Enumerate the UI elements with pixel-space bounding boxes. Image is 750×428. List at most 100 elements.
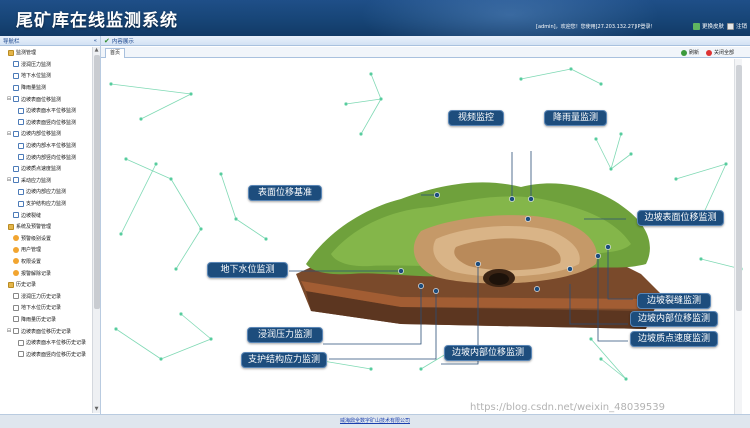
refresh-button[interactable]: 刷新: [681, 49, 699, 56]
sidebar-item-label: 权限设置: [21, 258, 42, 265]
sidebar-item[interactable]: ⊟ 采动应力监测: [0, 175, 92, 187]
file-icon: [13, 293, 19, 300]
sidebar-item[interactable]: 边坡质点速度监测: [0, 163, 92, 175]
check-icon: ✔: [104, 36, 110, 45]
sidebar-item-label: 浸润压力历史记录: [21, 293, 62, 300]
sidebar-item[interactable]: 地下水位监测: [0, 70, 92, 82]
logout-button[interactable]: 注销: [727, 22, 747, 30]
sidebar-title: 导航栏: [3, 38, 20, 45]
label-seepage-pressure[interactable]: 浸润压力监测: [247, 327, 323, 343]
sidebar-item-label: 支护结构应力监测: [26, 201, 67, 208]
star-icon: [13, 246, 19, 253]
change-skin-button[interactable]: 更换皮肤: [693, 22, 724, 30]
sidebar-item[interactable]: 地下水位历史记录: [0, 302, 92, 314]
sidebar-item-label: 边坡内部应力监测: [26, 189, 67, 196]
sidebar-item-label: 边坡表面位移历史记录: [21, 328, 72, 335]
tree-toggle-icon[interactable]: ⊟: [6, 328, 12, 334]
sidebar-item[interactable]: 边坡表面水平位移历史记录: [0, 337, 92, 349]
sidebar-item-label: 地下水位监测: [21, 73, 52, 80]
sidebar-item[interactable]: 边坡裂缝: [0, 209, 92, 221]
sidebar-item[interactable]: 边坡内部竖向位移监测: [0, 151, 92, 163]
chart-icon: [18, 142, 24, 149]
chart-icon: [18, 200, 24, 207]
scroll-down-icon[interactable]: ▼: [93, 406, 100, 413]
scroll-up-icon[interactable]: ▲: [93, 47, 100, 54]
label-groundwater[interactable]: 地下水位监测: [207, 262, 288, 278]
sidebar-item-label: 边坡内部水平位移监测: [26, 143, 77, 150]
home-icon: [8, 281, 14, 288]
star-icon: [13, 258, 19, 265]
tab-home[interactable]: 首页: [105, 48, 125, 58]
sidebar-item[interactable]: 浸润压力监测: [0, 59, 92, 71]
sidebar-scrollbar[interactable]: ▲ ▼: [92, 47, 100, 413]
sidebar-item[interactable]: ⊟ 边坡表面位移监测: [0, 93, 92, 105]
tree-toggle-icon[interactable]: ⊟: [6, 177, 12, 183]
chart-icon: [18, 107, 24, 114]
refresh-icon: [681, 49, 687, 56]
change-skin-label: 更换皮肤: [702, 24, 725, 30]
sidebar-item-label: 边坡内部位移监测: [21, 131, 62, 138]
label-surface-base[interactable]: 表面位移基准: [248, 185, 322, 201]
sidebar-item-label: 边坡表面水平位移历史记录: [26, 340, 87, 347]
close-all-button[interactable]: 关闭全部: [706, 49, 734, 56]
label-internal-displacement-2[interactable]: 边坡内部位移监测: [444, 345, 532, 361]
sidebar-item[interactable]: 用户管理: [0, 244, 92, 256]
nav-sidebar: 导航栏 « 监测管理 浸润压力监测地下水位监测降雨量监测 ⊟ 边坡表面位移监测边坡表面…: [0, 36, 101, 414]
sidebar-header: 导航栏 «: [0, 36, 100, 46]
sidebar-item[interactable]: 历史记录: [0, 279, 92, 291]
header-glow: [360, 0, 660, 36]
tree-toggle-icon[interactable]: ⊟: [6, 96, 12, 102]
label-internal-displacement[interactable]: 边坡内部位移监测: [630, 311, 718, 327]
sidebar-item[interactable]: 边坡表面竖向位移历史记录: [0, 348, 92, 360]
label-slope-crack[interactable]: 边坡裂缝监测: [637, 293, 711, 309]
chart-icon: [13, 61, 19, 68]
collapse-sidebar-button[interactable]: «: [94, 38, 97, 44]
sidebar-item[interactable]: 报警解除记录: [0, 267, 92, 279]
sidebar-item[interactable]: 监测管理: [0, 47, 92, 59]
file-icon: [13, 304, 19, 311]
sidebar-item-label: 边坡表面位移监测: [21, 96, 62, 103]
label-slope-surface-displacement[interactable]: 边坡表面位移监测: [637, 210, 724, 226]
label-rainfall[interactable]: 降雨量监测: [544, 110, 607, 126]
app-header: 尾矿库在线监测系统 [admin]，欢迎您！您使用[27.203.132.27]…: [0, 0, 750, 36]
sidebar-item-label: 历史记录: [16, 282, 37, 289]
sidebar-item-label: 地下水位历史记录: [21, 305, 62, 312]
label-video-monitoring[interactable]: 视频监控: [448, 110, 504, 126]
sidebar-item[interactable]: ⊟ 边坡表面位移历史记录: [0, 325, 92, 337]
sidebar-item[interactable]: 支护结构应力监测: [0, 198, 92, 210]
sidebar-scroll-thumb[interactable]: [94, 55, 100, 309]
sidebar-item[interactable]: 浸润压力历史记录: [0, 290, 92, 302]
sidebar-item[interactable]: ⊟ 边坡内部位移监测: [0, 128, 92, 140]
chart-icon: [18, 119, 24, 126]
sidebar-item[interactable]: 边坡内部应力监测: [0, 186, 92, 198]
star-icon: [13, 270, 19, 277]
app-title: 尾矿库在线监测系统: [16, 11, 178, 31]
sidebar-item[interactable]: 系统及预警管理: [0, 221, 92, 233]
tree-toggle-icon[interactable]: ⊟: [6, 131, 12, 137]
sidebar-item[interactable]: 边坡表面水平位移监测: [0, 105, 92, 117]
home-icon: [8, 223, 14, 230]
chart-icon: [18, 188, 24, 195]
file-icon: [13, 316, 19, 323]
file-icon: [18, 351, 24, 358]
sidebar-item-label: 边坡表面竖向位移监测: [26, 119, 77, 126]
label-particle-speed[interactable]: 边坡质点速度监测: [630, 331, 718, 347]
sidebar-item[interactable]: 降雨量历史记录: [0, 314, 92, 326]
main-scroll-thumb[interactable]: [736, 65, 742, 311]
sidebar-item[interactable]: 权限设置: [0, 256, 92, 268]
sidebar-item[interactable]: 边坡表面竖向位移监测: [0, 117, 92, 129]
chart-icon: [18, 154, 24, 161]
sidebar-item-label: 预警级别设置: [21, 235, 52, 242]
home-icon: [8, 49, 14, 56]
label-support-stress[interactable]: 支护结构应力监测: [241, 352, 327, 368]
sidebar-item[interactable]: 降雨量监测: [0, 82, 92, 94]
sidebar-item-label: 边坡裂缝: [21, 212, 42, 219]
main-scrollbar[interactable]: [734, 59, 742, 414]
sidebar-item[interactable]: 边坡内部水平位移监测: [0, 140, 92, 152]
company-link[interactable]: 威海鼎全数字矿山技术有限公司: [340, 418, 410, 424]
chart-icon: [13, 165, 19, 172]
sidebar-item[interactable]: 预警级别设置: [0, 233, 92, 245]
chart-icon: [13, 177, 19, 184]
footer: 威海鼎全数字矿山技术有限公司: [0, 414, 750, 428]
close-all-label: 关闭全部: [714, 50, 735, 56]
